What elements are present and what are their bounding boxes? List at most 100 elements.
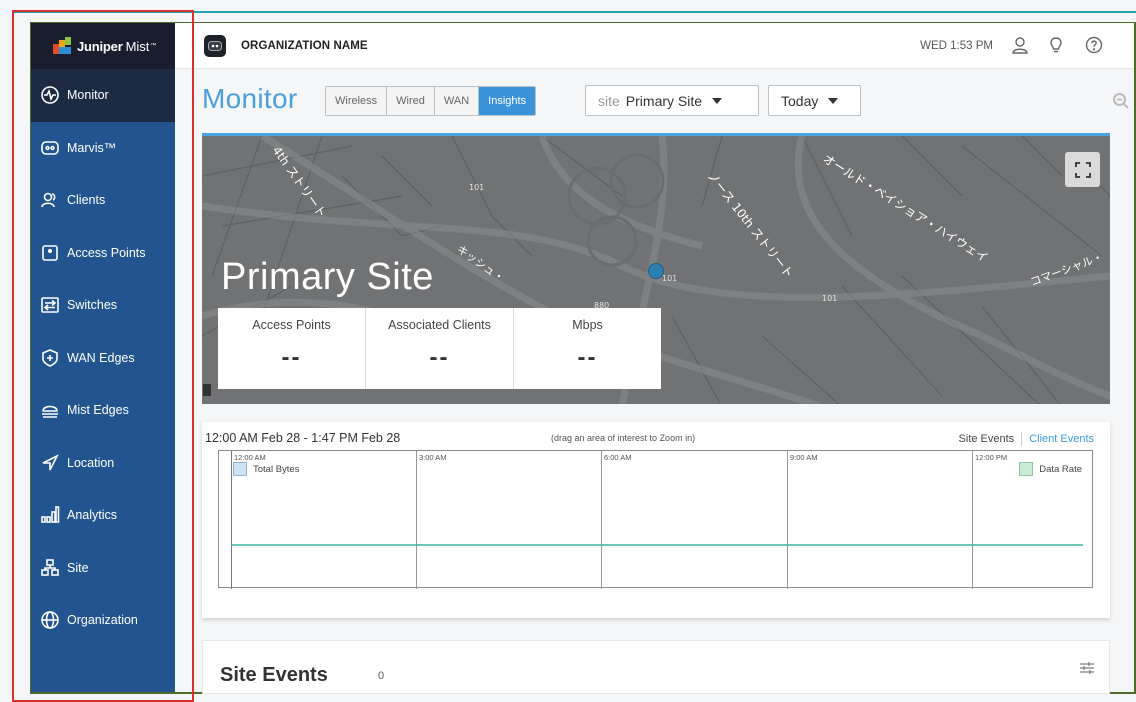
stat-value: -- — [429, 344, 450, 371]
sidebar-item-label: Switches — [67, 298, 118, 313]
stat-associated-clients: Associated Clients -- — [366, 308, 514, 389]
zoom-out-icon[interactable] — [1112, 92, 1130, 110]
time-range-label: 12:00 AM Feb 28 - 1:47 PM Feb 28 — [205, 431, 401, 445]
sidebar: Juniper Mist ™ Monitor Marvis™ Clients Acce… — [31, 23, 175, 692]
sidebar-item-mist-edge[interactable]: Mist Edges — [31, 384, 175, 437]
access-point-icon — [39, 242, 61, 264]
stat-mbps: Mbps -- — [514, 308, 661, 389]
sidebar-item-switch[interactable]: Switches — [31, 279, 175, 332]
sidebar-item-location[interactable]: Location — [31, 437, 175, 490]
legend-label: Data Rate — [1039, 463, 1082, 475]
period-dropdown[interactable]: Today — [768, 85, 861, 116]
switch-icon — [39, 294, 61, 316]
timeline-plot[interactable]: 12:00 AM 3:00 AM 6:00 AM 9:00 AM 12:00 P… — [218, 450, 1093, 589]
sidebar-item-label: Site — [67, 560, 89, 575]
lightbulb-icon[interactable] — [1047, 36, 1067, 56]
site-stats: Access Points -- Associated Clients -- M… — [218, 308, 661, 389]
page-title: Monitor — [202, 83, 298, 114]
user-icon[interactable] — [1011, 36, 1031, 56]
chevron-down-icon — [712, 97, 723, 104]
legend-label: Total Bytes — [253, 463, 300, 475]
sidebar-item-label: Location — [67, 455, 115, 470]
juniper-logo-icon — [53, 37, 71, 55]
stat-label: Associated Clients — [388, 318, 491, 332]
map-route-label: 101 — [662, 274, 677, 283]
site-prefix: site — [598, 92, 620, 109]
sidebar-item-label: Organization — [67, 613, 138, 628]
timeline-card: 12:00 AM Feb 28 - 1:47 PM Feb 28 (drag a… — [202, 422, 1110, 618]
clock: WED 1:53 PM — [920, 39, 993, 52]
time-tick: 9:00 AM — [790, 453, 818, 462]
chevron-down-icon — [828, 97, 839, 104]
legend-total-bytes[interactable]: Total Bytes — [233, 462, 299, 476]
time-tick: 12:00 AM — [234, 453, 266, 462]
tab-wireless[interactable]: Wireless — [326, 87, 388, 115]
site-events-count: 0 — [378, 670, 385, 682]
divider — [1021, 432, 1023, 446]
stat-access-points: Access Points -- — [218, 308, 366, 389]
sidebar-item-organization[interactable]: Organization — [31, 594, 175, 647]
sidebar-item-label: Access Points — [67, 245, 146, 260]
sidebar-item-label: Monitor — [67, 88, 109, 103]
site-events-link[interactable]: Site Events — [959, 433, 1015, 445]
timeline-grid — [231, 451, 1083, 589]
map-provider-icon — [203, 384, 211, 396]
tab-insights[interactable]: Insights — [479, 87, 536, 115]
org-icon[interactable] — [204, 34, 226, 57]
stat-label: Mbps — [572, 318, 603, 332]
logo-brand: Juniper — [77, 38, 123, 54]
sidebar-item-analytics[interactable]: Analytics — [31, 489, 175, 542]
organization-icon — [39, 609, 61, 631]
sidebar-item-label: Analytics — [67, 508, 118, 523]
site-value: Primary Site — [625, 92, 703, 109]
sidebar-item-label: Mist Edges — [67, 403, 129, 418]
sidebar-item-clients[interactable]: Clients — [31, 174, 175, 227]
sidebar-item-label: Clients — [67, 193, 106, 208]
sidebar-item-monitor[interactable]: Monitor — [31, 69, 175, 122]
legend-swatch — [233, 462, 247, 476]
event-links: Site Events Client Events — [959, 432, 1094, 446]
site-map[interactable]: 4th ストリート 101 ノース 10th ストリート オールド・ベイショア・… — [202, 133, 1110, 404]
sidebar-item-site[interactable]: Site — [31, 542, 175, 595]
wan-edge-icon — [39, 347, 61, 369]
sidebar-item-access-point[interactable]: Access Points — [31, 227, 175, 280]
tab-wan[interactable]: WAN — [434, 87, 480, 115]
sidebar-item-label: WAN Edges — [67, 350, 135, 365]
juniper-mist-logo[interactable]: Juniper Mist ™ — [31, 23, 175, 69]
stat-label: Access Points — [252, 318, 331, 332]
time-tick: 12:00 PM — [975, 453, 1008, 462]
analytics-icon — [39, 504, 61, 526]
site-icon — [39, 557, 61, 579]
site-location-marker[interactable] — [648, 263, 664, 279]
legend-data-rate[interactable]: Data Rate — [1019, 462, 1082, 476]
site-dropdown[interactable]: site Primary Site — [585, 85, 759, 116]
stat-value: -- — [577, 344, 598, 371]
filter-icon[interactable] — [1079, 661, 1095, 675]
period-value: Today — [781, 92, 819, 109]
sidebar-item-wan-edge[interactable]: WAN Edges — [31, 332, 175, 385]
logo-product: Mist — [125, 38, 150, 54]
tab-wired[interactable]: Wired — [387, 87, 435, 115]
top-bar: ORGANIZATION NAME WED 1:53 PM — [175, 23, 1134, 69]
monitor-icon — [39, 84, 61, 106]
org-name[interactable]: ORGANIZATION NAME — [241, 40, 368, 52]
map-route-label: 101 — [822, 294, 837, 303]
sidebar-item-marvis[interactable]: Marvis™ — [31, 122, 175, 175]
time-tick: 6:00 AM — [604, 453, 632, 462]
time-tick: 3:00 AM — [419, 453, 447, 462]
help-icon[interactable] — [1085, 36, 1105, 56]
site-events-title: Site Events — [220, 664, 328, 686]
fullscreen-icon[interactable] — [1065, 152, 1100, 187]
location-icon — [39, 452, 61, 474]
top-accent-line — [14, 11, 1136, 13]
stat-value: -- — [281, 344, 302, 371]
logo-trademark: ™ — [150, 43, 157, 49]
mist-edge-icon — [39, 399, 61, 421]
marvis-icon — [39, 137, 61, 159]
legend-swatch — [1019, 462, 1034, 476]
app-frame: Juniper Mist ™ Monitor Marvis™ Clients Acce… — [0, 0, 1136, 702]
sidebar-item-label: Marvis™ — [67, 140, 117, 155]
client-events-link[interactable]: Client Events — [1029, 433, 1094, 445]
map-route-label: 101 — [469, 183, 484, 192]
clients-icon — [39, 189, 61, 211]
